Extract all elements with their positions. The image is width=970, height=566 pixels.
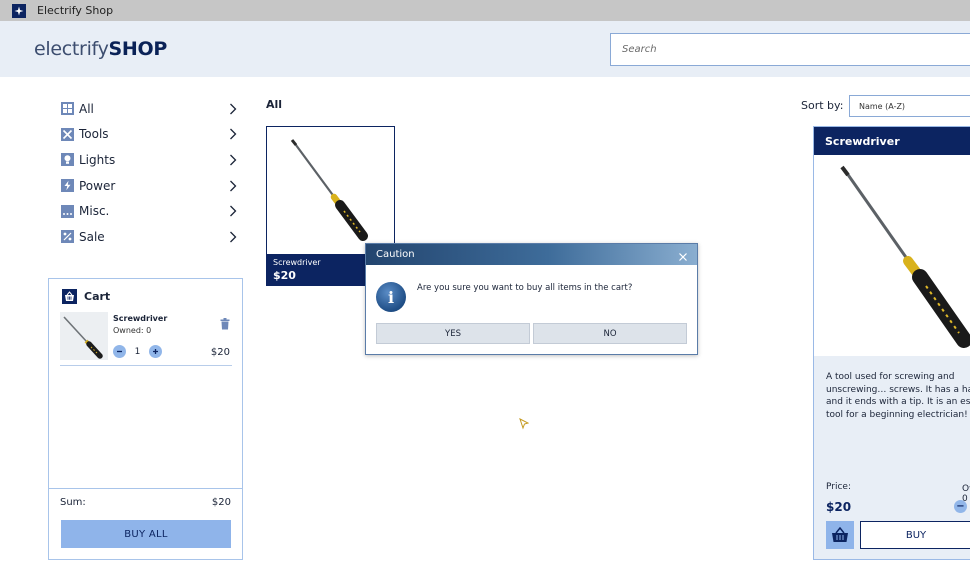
cart-item-price: $20 bbox=[210, 347, 230, 358]
grid-icon bbox=[61, 102, 74, 116]
lightning-icon bbox=[61, 179, 74, 193]
product-image bbox=[267, 127, 394, 253]
price-label: Price: bbox=[826, 482, 851, 492]
sidebar-item-label: Lights bbox=[79, 152, 116, 167]
cart-item-owned: Owned: 0 bbox=[113, 326, 152, 335]
sidebar-item-power[interactable]: Power bbox=[61, 173, 239, 199]
decrement-button[interactable] bbox=[113, 345, 126, 358]
info-icon: i bbox=[376, 282, 406, 312]
sidebar-item-lights[interactable]: Lights bbox=[61, 147, 239, 173]
basket-icon bbox=[62, 289, 77, 304]
window-titlebar: Electrify Shop bbox=[0, 0, 970, 21]
cart-panel: Cart Screwdriver Owned: 0 1 $20 Sum: $20… bbox=[48, 278, 243, 560]
percent-icon bbox=[61, 230, 74, 244]
sort-by-label: Sort by: bbox=[801, 99, 844, 112]
quantity-value: 1 bbox=[134, 346, 141, 357]
product-detail-panel: Screwdriver A tool used for screwing and… bbox=[813, 126, 970, 560]
sidebar-item-label: Misc. bbox=[79, 204, 110, 219]
sidebar-item-label: Power bbox=[79, 178, 116, 193]
cart-footer: Sum: $20 BUY ALL bbox=[49, 488, 242, 560]
product-price: $20 bbox=[273, 269, 296, 282]
sort-select[interactable]: Name (A-Z) bbox=[849, 95, 970, 117]
buy-button[interactable]: BUY bbox=[860, 521, 970, 549]
sidebar-item-all[interactable]: All bbox=[61, 96, 239, 122]
chevron-right-icon bbox=[227, 127, 239, 141]
sidebar-item-label: Sale bbox=[79, 229, 105, 244]
buy-all-button[interactable]: BUY ALL bbox=[61, 520, 231, 548]
sum-value: $20 bbox=[211, 497, 231, 508]
search-input[interactable] bbox=[611, 34, 970, 65]
add-to-cart-button[interactable] bbox=[826, 521, 854, 549]
electrify-star-icon bbox=[12, 3, 26, 18]
trash-icon[interactable] bbox=[220, 315, 230, 330]
product-description: A tool used for screwing and unscrewing…… bbox=[826, 372, 970, 420]
cart-item: Screwdriver Owned: 0 1 $20 bbox=[60, 312, 232, 366]
chevron-right-icon bbox=[227, 230, 239, 244]
increment-button[interactable] bbox=[149, 345, 162, 358]
logo-text-light: electrify bbox=[34, 38, 109, 60]
sidebar-item-label: Tools bbox=[79, 127, 109, 142]
tools-icon bbox=[61, 127, 74, 141]
product-detail-header: Screwdriver bbox=[814, 127, 970, 155]
mouse-cursor-icon bbox=[519, 418, 529, 430]
chevron-right-icon bbox=[227, 153, 239, 167]
chevron-right-icon bbox=[227, 204, 239, 218]
quantity-stepper: 1 bbox=[113, 345, 162, 358]
detail-decrement-button[interactable]: − bbox=[954, 500, 967, 513]
no-button[interactable]: NO bbox=[533, 323, 687, 344]
product-detail-image bbox=[814, 155, 970, 356]
window-title: Electrify Shop bbox=[37, 4, 114, 17]
sidebar-item-label: All bbox=[79, 101, 94, 116]
sidebar-item-misc[interactable]: Misc. bbox=[61, 198, 239, 224]
app-header: electrifySHOP bbox=[0, 21, 970, 77]
category-nav: All Tools Lights Power Misc. Sale bbox=[61, 96, 239, 250]
yes-button[interactable]: YES bbox=[376, 323, 530, 344]
dialog-title: Caution bbox=[376, 249, 415, 260]
category-title: All bbox=[266, 98, 283, 111]
dialog-message: Are you sure you want to buy all items i… bbox=[417, 283, 633, 293]
chevron-right-icon bbox=[227, 102, 239, 116]
basket-icon bbox=[832, 527, 848, 542]
logo-text-bold: SHOP bbox=[108, 38, 168, 60]
caution-dialog: Caution i Are you sure you want to buy a… bbox=[365, 243, 698, 355]
chevron-right-icon bbox=[227, 179, 239, 193]
sidebar-item-tools[interactable]: Tools bbox=[61, 122, 239, 148]
cart-header: Cart bbox=[62, 289, 110, 304]
product-detail-price: $20 bbox=[826, 500, 852, 514]
search-box[interactable] bbox=[610, 33, 970, 66]
sum-label: Sum: bbox=[60, 497, 86, 508]
lightbulb-icon bbox=[61, 153, 74, 167]
cart-title: Cart bbox=[84, 290, 111, 303]
electrify-shop-logo[interactable]: electrifySHOP bbox=[34, 38, 167, 60]
cart-item-thumbnail bbox=[60, 312, 108, 360]
product-detail-title: Screwdriver bbox=[825, 135, 900, 148]
dialog-titlebar: Caution bbox=[366, 244, 697, 265]
cart-item-name: Screwdriver bbox=[113, 314, 168, 323]
sort-select-value: Name (A-Z) bbox=[859, 101, 906, 111]
close-icon[interactable] bbox=[677, 248, 689, 261]
sidebar-item-sale[interactable]: Sale bbox=[61, 224, 239, 250]
product-name: Screwdriver bbox=[273, 258, 321, 267]
ellipsis-icon bbox=[61, 204, 74, 218]
